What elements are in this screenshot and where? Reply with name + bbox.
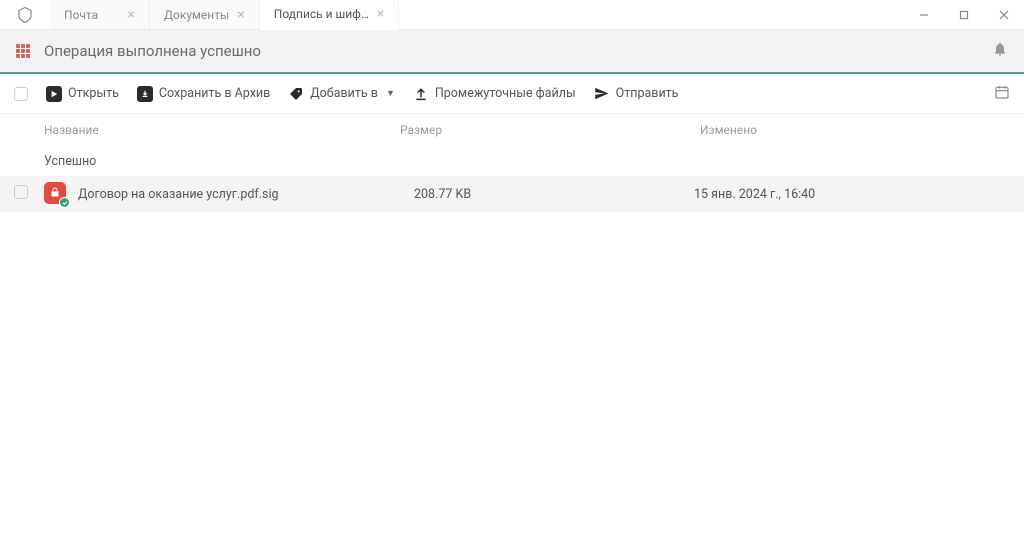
status-badge-icon (59, 197, 70, 208)
titlebar: Почта × Документы × Подпись и шиф… × (0, 0, 1024, 30)
file-name: Договор на оказание услуг.pdf.sig (78, 187, 404, 202)
upload-icon (413, 86, 429, 102)
close-window-button[interactable] (984, 0, 1024, 30)
file-modified: 15 янв. 2024 г., 16:40 (694, 187, 1010, 202)
save-archive-button[interactable]: Сохранить в Архив (137, 86, 270, 102)
chevron-down-icon: ▼ (386, 88, 395, 99)
send-button[interactable]: Отправить (594, 86, 679, 102)
tab-label: Почта (64, 8, 120, 22)
column-header-name[interactable]: Название (40, 123, 400, 137)
close-icon[interactable]: × (377, 7, 384, 21)
intermediate-label: Промежуточные файлы (435, 86, 576, 101)
group-row-success: Успешно (0, 146, 1024, 176)
play-icon (46, 86, 62, 102)
list-header: Название Размер Изменено (0, 114, 1024, 146)
column-header-size[interactable]: Размер (400, 123, 700, 137)
calendar-icon[interactable] (994, 84, 1010, 104)
tag-icon (288, 86, 304, 102)
page-title: Операция выполнена успешно (44, 42, 261, 60)
tab-documents[interactable]: Документы × (150, 0, 260, 29)
app-logo-icon[interactable] (0, 0, 50, 30)
add-to-button[interactable]: Добавить в ▼ (288, 86, 395, 102)
open-label: Открыть (68, 86, 119, 101)
row-checkbox[interactable] (14, 185, 28, 199)
apps-grid-icon[interactable] (16, 44, 30, 58)
close-icon[interactable]: × (128, 8, 135, 22)
select-all-checkbox[interactable] (14, 87, 28, 101)
add-to-label: Добавить в (310, 86, 378, 101)
close-icon[interactable]: × (237, 8, 244, 22)
send-label: Отправить (616, 86, 679, 101)
minimize-button[interactable] (904, 0, 944, 30)
list-item[interactable]: Договор на оказание услуг.pdf.sig 208.77… (0, 176, 1024, 212)
download-icon (137, 86, 153, 102)
toolbar: Открыть Сохранить в Архив Добавить в ▼ П… (0, 74, 1024, 114)
file-type-icon (44, 182, 68, 206)
tab-label: Документы (164, 8, 229, 22)
column-header-modified[interactable]: Изменено (700, 123, 1010, 137)
tab-sign-encrypt[interactable]: Подпись и шиф… × (260, 1, 400, 30)
group-label: Успешно (40, 154, 400, 169)
page-header: Операция выполнена успешно (0, 30, 1024, 74)
paper-plane-icon (594, 86, 610, 102)
notifications-icon[interactable] (992, 41, 1008, 61)
tab-strip: Почта × Документы × Подпись и шиф… × (50, 0, 399, 29)
save-archive-label: Сохранить в Архив (159, 86, 270, 101)
tab-mail[interactable]: Почта × (50, 0, 150, 29)
tab-label: Подпись и шиф… (274, 7, 369, 21)
open-button[interactable]: Открыть (46, 86, 119, 102)
file-size: 208.77 KB (404, 187, 694, 202)
intermediate-files-button[interactable]: Промежуточные файлы (413, 86, 576, 102)
window-controls (904, 0, 1024, 30)
maximize-button[interactable] (944, 0, 984, 30)
